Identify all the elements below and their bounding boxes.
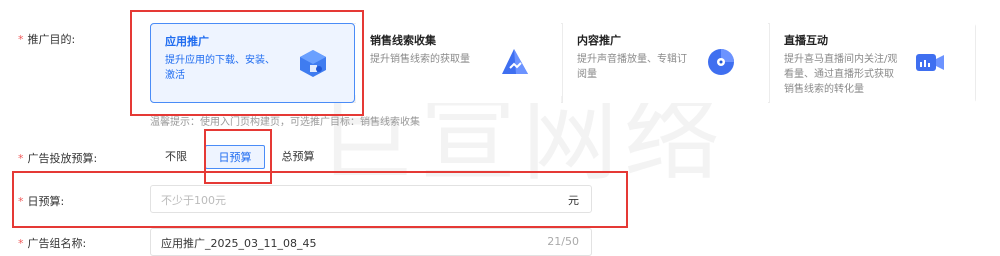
card-title: 内容推广	[577, 34, 621, 47]
group-name-input[interactable]: 应用推广_2025_03_11_08_45 21/50	[150, 228, 592, 256]
daily-budget-input[interactable]: 不少于100元 元	[150, 185, 592, 213]
lead-collect-icon	[502, 49, 528, 74]
objective-card-live-interaction[interactable]: 直播互动 提升喜马直播间内关注/观看量、通过直播形式获取销售线索的转化量	[770, 23, 975, 103]
live-camera-icon	[916, 54, 944, 71]
app-cube-icon	[300, 50, 326, 77]
card-title: 应用推广	[165, 35, 209, 48]
required-asterisk: *	[18, 195, 24, 208]
content-disc-icon	[708, 49, 734, 75]
budget-type-label-text: 广告投放预算:	[27, 152, 98, 165]
objective-card-content-promotion[interactable]: 内容推广 提升声音播放量、专辑订阅量	[563, 23, 768, 103]
card-title: 销售线索收集	[370, 34, 436, 47]
daily-budget-label-text: 日预算:	[27, 195, 65, 208]
daily-budget-placeholder: 不少于100元	[161, 194, 226, 207]
card-title: 直播互动	[784, 34, 828, 47]
card-description: 提升应用的下载、安装、激活	[165, 55, 275, 81]
budget-option-total[interactable]: 总预算	[270, 145, 326, 169]
card-description: 提升声音播放量、专辑订阅量	[577, 54, 687, 80]
budget-option-daily[interactable]: 日预算	[205, 145, 265, 169]
objective-label: * 推广目的:	[18, 31, 75, 47]
group-name-value: 应用推广_2025_03_11_08_45	[161, 237, 317, 250]
budget-option-unlimited[interactable]: 不限	[152, 145, 200, 169]
group-name-label: * 广告组名称:	[18, 235, 86, 251]
currency-unit: 元	[568, 194, 579, 207]
objective-card-lead-collection[interactable]: 销售线索收集 提升销售线索的获取量	[356, 23, 561, 103]
objective-card-app-promotion[interactable]: 应用推广 提升应用的下载、安装、激活	[150, 23, 355, 103]
required-asterisk: *	[18, 237, 24, 250]
objective-hint: 温馨提示：使用入门页构建页，可选推广目标：销售线索收集	[150, 117, 420, 128]
card-description: 提升销售线索的获取量	[370, 54, 470, 65]
required-asterisk: *	[18, 33, 24, 46]
objective-label-text: 推广目的:	[27, 33, 76, 46]
budget-type-label: * 广告投放预算:	[18, 150, 97, 166]
char-counter: 21/50	[547, 235, 579, 248]
group-name-label-text: 广告组名称:	[27, 237, 87, 250]
daily-budget-label: * 日预算:	[18, 193, 64, 209]
card-description: 提升喜马直播间内关注/观看量、通过直播形式获取销售线索的转化量	[784, 54, 898, 95]
required-asterisk: *	[18, 152, 24, 165]
